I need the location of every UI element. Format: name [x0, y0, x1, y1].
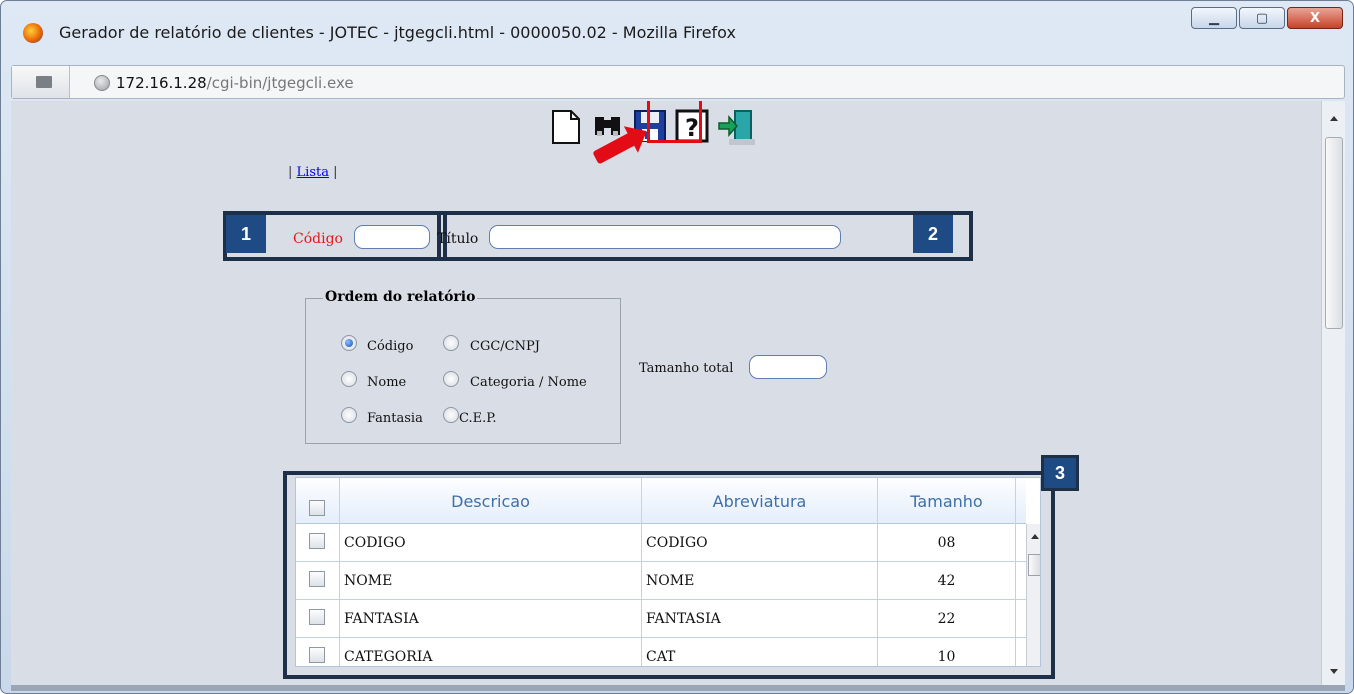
header-abreviatura[interactable]: Abreviatura — [642, 478, 878, 524]
tab-groups-icon — [36, 76, 52, 88]
titulo-input[interactable] — [489, 225, 841, 249]
scroll-up-arrow-icon[interactable] — [1327, 113, 1341, 123]
page-scrollbar[interactable] — [1321, 101, 1345, 691]
nav-prefix: | — [288, 165, 293, 180]
url-host: 172.16.1.28 — [116, 74, 207, 92]
cell-abreviatura: FANTASIA — [642, 600, 878, 638]
table-header: Descricao Abreviatura Tamanho — [296, 478, 1026, 524]
globe-icon — [94, 75, 110, 91]
codigo-input[interactable] — [354, 225, 430, 249]
header-select-all — [296, 478, 340, 524]
header-tamanho[interactable]: Tamanho — [878, 478, 1016, 524]
radio-cep[interactable] — [443, 407, 459, 423]
header-descricao[interactable]: Descricao — [340, 478, 642, 524]
cell-abreviatura: NOME — [642, 562, 878, 600]
radio-nome-label: Nome — [367, 375, 407, 390]
row-check-cell — [296, 600, 340, 638]
cell-tamanho: 10 — [878, 638, 1016, 666]
row-checkbox[interactable] — [309, 533, 325, 549]
lista-link[interactable]: Lista — [297, 165, 329, 180]
radio-fantasia-label: Fantasia — [367, 411, 423, 426]
cell-tamanho: 08 — [878, 524, 1016, 562]
save-highlight-box — [647, 101, 702, 143]
callout-3-badge: 3 — [1041, 455, 1079, 491]
radio-cgc-cnpj-label: CGC/CNPJ — [470, 339, 540, 354]
url-text[interactable]: 172.16.1.28/cgi-bin/jtgegcli.exe — [116, 74, 354, 92]
cell-abreviatura: CODIGO — [642, 524, 878, 562]
table-scrollbar[interactable] — [1026, 524, 1041, 666]
radio-categoria-nome[interactable] — [443, 371, 459, 387]
table-row[interactable]: FANTASIA FANTASIA 22 — [296, 600, 1026, 638]
url-path: /cgi-bin/jtgegcli.exe — [206, 74, 354, 92]
minimize-button[interactable]: ▁ — [1191, 7, 1237, 29]
close-button[interactable]: X — [1287, 7, 1343, 29]
cell-abreviatura: CAT — [642, 638, 878, 666]
address-bar[interactable]: 172.16.1.28/cgi-bin/jtgegcli.exe — [11, 65, 1345, 99]
maximize-button[interactable]: ▢ — [1239, 7, 1285, 29]
exit-button[interactable] — [717, 109, 755, 145]
row-checkbox[interactable] — [309, 571, 325, 587]
table-scroll-thumb[interactable] — [1028, 554, 1040, 576]
table-row[interactable]: CATEGORIA CAT 10 — [296, 638, 1026, 666]
cell-descricao: CODIGO — [340, 524, 642, 562]
titulo-label: Título — [437, 231, 479, 247]
scroll-down-arrow-icon[interactable] — [1327, 667, 1341, 677]
order-legend: Ordem do relatório — [323, 289, 478, 305]
row-check-cell — [296, 524, 340, 562]
cell-descricao: NOME — [340, 562, 642, 600]
window-controls: ▁ ▢ X — [1191, 7, 1343, 29]
tamanho-total-label: Tamanho total — [639, 361, 734, 376]
radio-nome[interactable] — [341, 371, 357, 387]
cell-tamanho: 42 — [878, 562, 1016, 600]
nav-links: | Lista | — [288, 165, 338, 180]
select-all-checkbox[interactable] — [309, 500, 325, 516]
new-document-button[interactable] — [549, 109, 583, 144]
callout-2-badge: 2 — [913, 215, 953, 253]
radio-codigo[interactable] — [341, 335, 357, 351]
title-bar: Gerador de relatório de clientes - JOTEC… — [1, 1, 1353, 61]
row-checkbox[interactable] — [309, 609, 325, 625]
table-row[interactable]: CODIGO CODIGO 08 — [296, 524, 1026, 562]
codigo-label: Código — [293, 231, 343, 247]
table-row[interactable]: NOME NOME 42 — [296, 562, 1026, 600]
page-scroll-thumb[interactable] — [1325, 137, 1343, 329]
radio-fantasia[interactable] — [341, 407, 357, 423]
exit-door-icon — [718, 110, 755, 145]
new-document-icon — [552, 110, 580, 144]
fields-table: Descricao Abreviatura Tamanho CODIGO COD… — [295, 477, 1041, 667]
tab-groups-button[interactable] — [12, 66, 70, 98]
callout-1-badge: 1 — [226, 215, 266, 253]
nav-suffix: | — [333, 165, 338, 180]
tamanho-total-input[interactable] — [749, 355, 827, 379]
row-check-cell — [296, 562, 340, 600]
scroll-up-arrow-icon[interactable] — [1028, 530, 1041, 544]
radio-categoria-nome-label: Categoria / Nome — [470, 375, 587, 390]
firefox-logo-icon — [23, 23, 43, 43]
radio-cgc-cnpj[interactable] — [443, 335, 459, 351]
cell-descricao: CATEGORIA — [340, 638, 642, 666]
radio-cep-label: C.E.P. — [459, 411, 497, 426]
window-title: Gerador de relatório de clientes - JOTEC… — [59, 23, 736, 42]
page-content: ? | Lista | 1 2 Código Título Ordem do r… — [11, 101, 1321, 691]
row-check-cell — [296, 638, 340, 666]
cell-descricao: FANTASIA — [340, 600, 642, 638]
browser-window: Gerador de relatório de clientes - JOTEC… — [0, 0, 1354, 694]
window-bottom-edge — [11, 685, 1345, 691]
radio-codigo-label: Código — [367, 339, 414, 354]
row-checkbox[interactable] — [309, 647, 325, 663]
cell-tamanho: 22 — [878, 600, 1016, 638]
